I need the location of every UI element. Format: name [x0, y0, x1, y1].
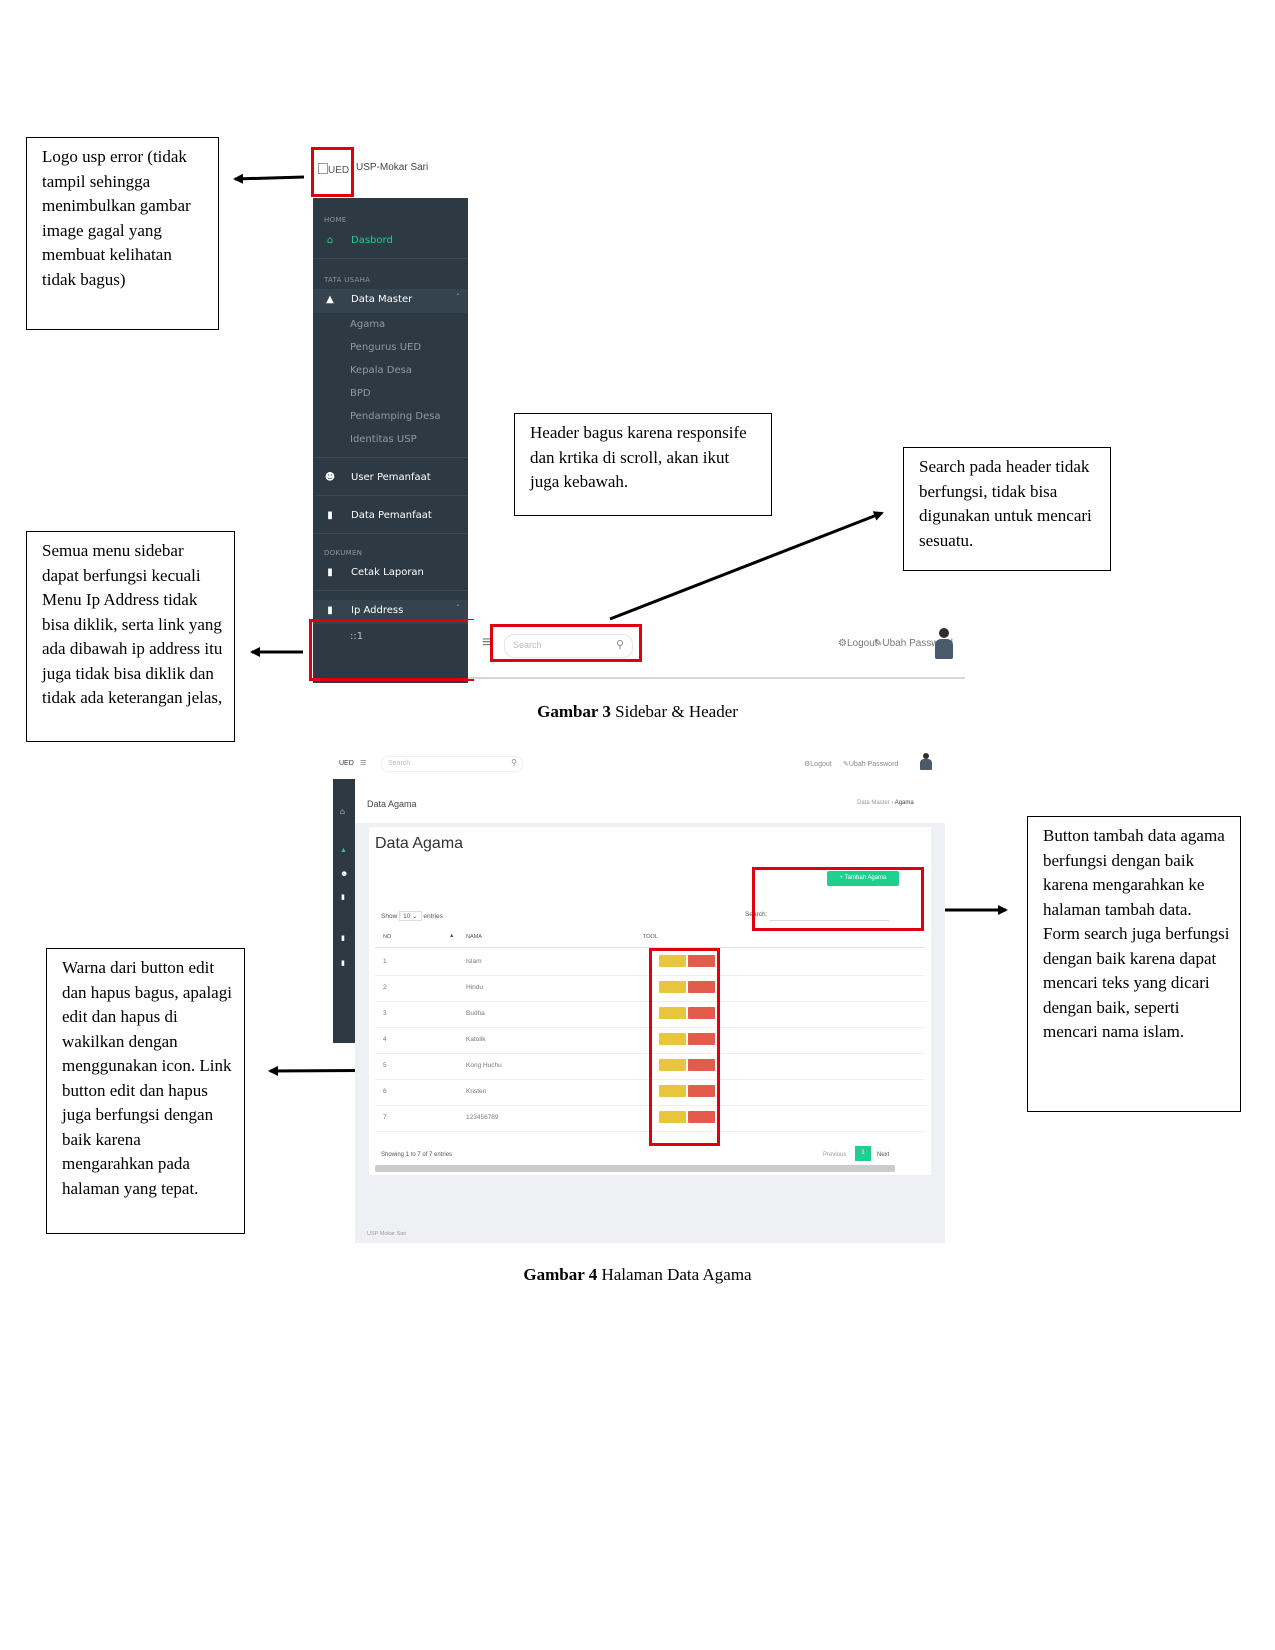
length-control: Show 10 ⌄ entries [381, 911, 443, 921]
highlight-tambah-search [752, 867, 924, 931]
highlight-tool-buttons [649, 948, 720, 1146]
note-warna: Warna dari button edit dan hapus bagus, … [46, 948, 245, 1234]
breadcrumb: Data Master › Agama [857, 800, 914, 806]
pagination-page[interactable]: 1 [855, 1146, 871, 1161]
file-icon[interactable]: ▮ [341, 959, 345, 967]
page-header-bar: Data Agama Data Master › Agama [355, 779, 945, 823]
user-icon[interactable]: ☻ [340, 869, 348, 878]
avatar[interactable] [920, 753, 932, 771]
pagination-next[interactable]: Next [877, 1152, 889, 1158]
column-header[interactable]: NAMA [466, 934, 482, 940]
card-title: Data Agama [375, 835, 464, 852]
logout-link[interactable]: ⚙Logout [804, 760, 832, 768]
book-icon[interactable]: ▮ [341, 893, 345, 901]
topbar: UED ≡ Search ⚲ ⚙Logout ✎Ubah Password [333, 749, 945, 779]
pagination-previous[interactable]: Previous [823, 1152, 846, 1158]
sort-icon: ▲ [449, 933, 455, 939]
home-icon[interactable]: ⌂ [340, 807, 345, 816]
collapsed-sidebar: ⌂ ▲ ☻ ▮ ▮ ▮ [333, 779, 355, 1043]
table-info: Showing 1 to 7 of 7 entries [381, 1152, 453, 1158]
footer-text: USP Mokar Sari [367, 1231, 407, 1237]
ubah-password-link[interactable]: ✎Ubah Password [843, 760, 898, 768]
figure-3-caption: Gambar 3 Sidebar & Header [537, 702, 738, 721]
brand: UED [339, 760, 354, 767]
hamburger-icon[interactable]: ≡ [360, 757, 366, 769]
figure-4-caption: Gambar 4 Halaman Data Agama [523, 1265, 752, 1284]
page-heading: Data Agama [367, 799, 417, 809]
note-tambah: Button tambah data agama berfungsi denga… [1027, 816, 1241, 1112]
search-icon: ⚲ [511, 758, 517, 767]
length-select[interactable]: 10 ⌄ [399, 911, 422, 921]
arrow-search [609, 511, 884, 621]
horizontal-scrollbar[interactable] [375, 1165, 895, 1172]
book-icon[interactable]: ▮ [341, 934, 345, 942]
arrow-logo [233, 173, 305, 184]
mountain-icon[interactable]: ▲ [340, 847, 347, 854]
column-header[interactable]: NO [383, 934, 391, 940]
topbar-search-input[interactable]: Search ⚲ [381, 756, 523, 772]
data-agama-screenshot: UED ≡ Search ⚲ ⚙Logout ✎Ubah Password ⌂ … [333, 749, 945, 1243]
column-header[interactable]: TOOL [643, 934, 658, 940]
